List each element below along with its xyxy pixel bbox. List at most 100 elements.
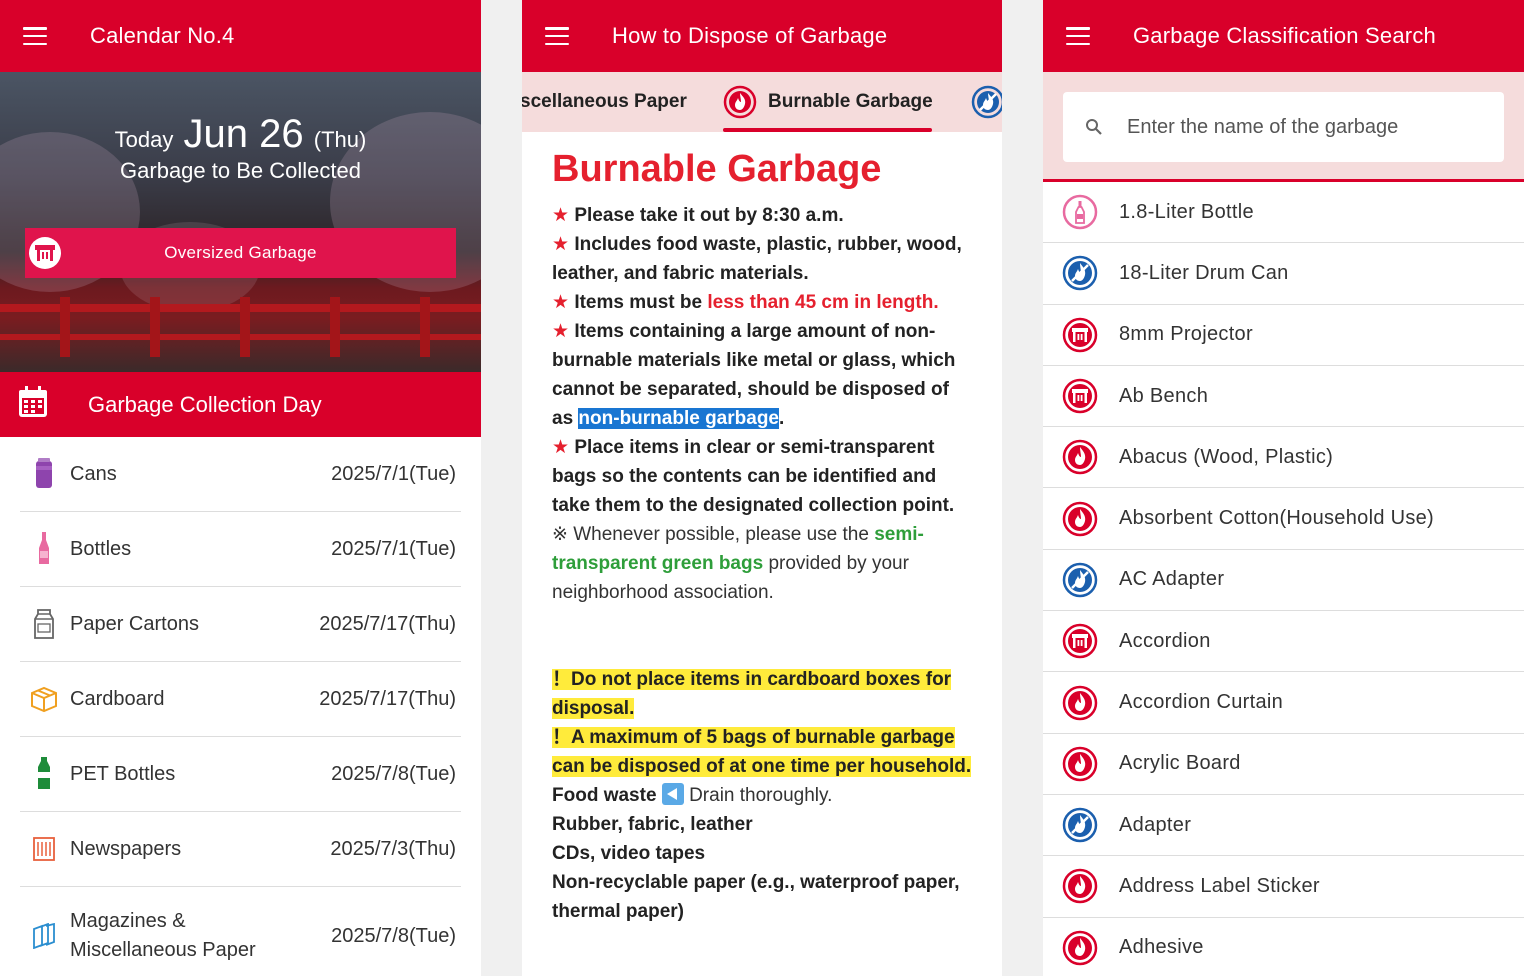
collection-list: Cans 2025/7/1(Tue) Bottles 2025/7/1(Tue)…: [0, 437, 481, 976]
item-name: Cans: [70, 462, 117, 485]
list-item[interactable]: Ab Bench: [1043, 366, 1524, 428]
item-name: 18-Liter Drum Can: [1119, 261, 1289, 284]
list-item-pet-bottles[interactable]: PET Bottles 2025/7/8(Tue): [20, 737, 461, 812]
rule-emphasis: less than 45 cm in length.: [707, 292, 939, 313]
oversized-icon: [1062, 623, 1098, 659]
warning-text: ！A maximum of 5 bags of burnable garbage…: [552, 727, 972, 777]
bottle-icon: [1062, 194, 1098, 230]
collect-label: Garbage to Be Collected: [120, 158, 361, 183]
note: ※ Whenever possible, please use the semi…: [552, 520, 972, 607]
app-bar: How to Dispose of Garbage: [522, 0, 1002, 72]
list-item[interactable]: 18-Liter Drum Can: [1043, 243, 1524, 305]
app-title: Garbage Classification Search: [1133, 23, 1436, 48]
burnable-icon: [1062, 930, 1098, 966]
search-area: [1043, 72, 1524, 182]
burnable-icon: [1062, 501, 1098, 537]
app-bar: Garbage Classification Search: [1043, 0, 1524, 72]
list-item[interactable]: Address Label Sticker: [1043, 856, 1524, 918]
list-item-magazines[interactable]: Magazines & Miscellaneous Paper 2025/7/8…: [20, 887, 461, 976]
search-icon: [1086, 119, 1102, 135]
list-item[interactable]: Accordion Curtain: [1043, 672, 1524, 734]
warning-2: ！A maximum of 5 bags of burnable garbage…: [552, 723, 972, 781]
item-name: Ab Bench: [1119, 384, 1209, 407]
list-item[interactable]: 8mm Projector: [1043, 305, 1524, 366]
calendar-screen: Calendar No.4 Today Jun 26 (Thu) Garbage…: [0, 0, 481, 976]
item-name: Adhesive: [1119, 936, 1204, 959]
warning-text: ！Do not place items in cardboard boxes f…: [552, 669, 952, 719]
item-date: 2025/7/17(Thu): [319, 612, 456, 635]
item-text: Non-recyclable paper (e.g., waterproof p…: [552, 872, 960, 922]
today-dow: (Thu): [313, 127, 367, 152]
list-item-cardboard[interactable]: Cardboard 2025/7/17(Thu): [20, 662, 461, 737]
list-item[interactable]: Acrylic Board: [1043, 734, 1524, 795]
item-name: Acrylic Board: [1119, 752, 1241, 775]
newspaper-icon: [22, 837, 66, 861]
item-date: 2025/7/8(Tue): [331, 762, 456, 785]
app-title: How to Dispose of Garbage: [612, 23, 888, 48]
today-label: Today: [114, 127, 174, 152]
rule-1: ★ Please take it out by 8:30 a.m.: [552, 201, 972, 230]
tab-nonburnable[interactable]: [971, 72, 1002, 132]
section-title: Garbage Collection Day: [88, 391, 322, 417]
item-name: Abacus (Wood, Plastic): [1119, 445, 1334, 468]
warning-1: ！Do not place items in cardboard boxes f…: [552, 665, 972, 723]
today-date: Jun 26: [183, 112, 304, 156]
burnable-icon: [1062, 439, 1098, 475]
can-icon: [22, 458, 66, 490]
list-item-cans[interactable]: Cans 2025/7/1(Tue): [20, 437, 461, 512]
item-name: 8mm Projector: [1119, 323, 1253, 346]
menu-icon[interactable]: [545, 27, 569, 45]
tab-misc-paper[interactable]: scellaneous Paper: [522, 72, 687, 132]
tab-label: scellaneous Paper: [522, 91, 687, 112]
burnable-icon: [1062, 868, 1098, 904]
carton-icon: [22, 608, 66, 640]
star-icon: ★: [552, 234, 570, 255]
rule-text: Place items in clear or semi-transparent…: [552, 437, 955, 516]
rule-3: ★ Items must be less than 45 cm in lengt…: [552, 288, 972, 317]
today-line: Today Jun 26 (Thu): [0, 112, 481, 157]
search-input[interactable]: [1127, 115, 1467, 139]
note-text: ※ Whenever possible, please use the: [552, 524, 875, 545]
list-item[interactable]: Absorbent Cotton(Household Use): [1043, 488, 1524, 550]
list-item[interactable]: Accordion: [1043, 611, 1524, 673]
menu-icon[interactable]: [23, 27, 47, 45]
oversized-icon: [1062, 317, 1098, 353]
rule-text: Please take it out by 8:30 a.m.: [574, 205, 844, 226]
page-title: Burnable Garbage: [552, 148, 882, 190]
nonburnable-icon: [1062, 562, 1098, 598]
nonburnable-icon: [1062, 255, 1098, 291]
tab-burnable[interactable]: Burnable Garbage: [723, 72, 933, 132]
rule-text: Includes food waste, plastic, rubber, wo…: [552, 234, 962, 284]
list-item[interactable]: AC Adapter: [1043, 550, 1524, 612]
tab-indicator: [723, 128, 932, 132]
list-item-paper-cartons[interactable]: Paper Cartons 2025/7/17(Thu): [20, 587, 461, 662]
search-box[interactable]: [1063, 92, 1504, 162]
item-name: Adapter: [1119, 813, 1192, 836]
item-line: CDs, video tapes: [552, 839, 972, 868]
nonburnable-link[interactable]: non-burnable garbage: [578, 408, 779, 429]
food-label: Food waste: [552, 785, 662, 806]
hero-banner: Today Jun 26 (Thu) Garbage to Be Collect…: [0, 72, 481, 372]
list-item-bottles[interactable]: Bottles 2025/7/1(Tue): [20, 512, 461, 587]
menu-icon[interactable]: [1066, 27, 1090, 45]
list-item[interactable]: Adapter: [1043, 795, 1524, 857]
app-title: Calendar No.4: [90, 23, 235, 48]
nonburnable-icon: [971, 85, 1002, 119]
item-name: Cardboard: [70, 687, 165, 710]
tab-label: Burnable Garbage: [768, 91, 933, 112]
item-date: 2025/7/1(Tue): [331, 537, 456, 560]
list-item[interactable]: Adhesive: [1043, 918, 1524, 976]
magazine-icon: [22, 923, 66, 949]
star-icon: ★: [552, 437, 570, 458]
cardboard-icon: [22, 685, 66, 713]
list-item[interactable]: Abacus (Wood, Plastic): [1043, 427, 1524, 489]
list-item-newspapers[interactable]: Newspapers 2025/7/3(Thu): [20, 812, 461, 887]
list-item[interactable]: 1.8-Liter Bottle: [1043, 182, 1524, 244]
oversized-icon: [29, 237, 61, 269]
arrow-left-icon: [661, 783, 684, 805]
rule-2: ★ Includes food waste, plastic, rubber, …: [552, 230, 972, 288]
item-name-line1: Magazines &: [70, 910, 186, 932]
rule-text-end: .: [779, 408, 785, 429]
oversized-garbage-button[interactable]: Oversized Garbage: [25, 228, 456, 278]
oversized-icon: [1062, 378, 1098, 414]
